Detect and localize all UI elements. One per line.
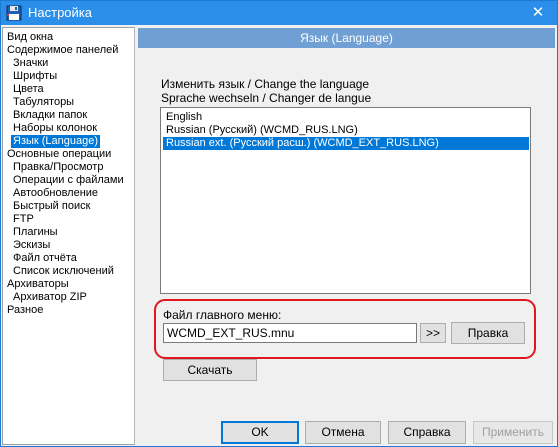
close-icon[interactable]: ✕ xyxy=(527,2,549,24)
tree-item[interactable]: Разное xyxy=(5,304,45,317)
tree-item[interactable]: Наборы колонок xyxy=(11,122,99,135)
cancel-button[interactable]: Отмена xyxy=(305,421,381,444)
change-language-label-2: Sprache wechseln / Changer de langue xyxy=(161,91,372,105)
tree-item[interactable]: Табуляторы xyxy=(11,96,76,109)
tree-item[interactable]: Эскизы xyxy=(11,239,52,252)
tree-item[interactable]: Основные операции xyxy=(5,148,113,161)
download-button[interactable]: Скачать xyxy=(163,359,257,381)
edit-menu-button[interactable]: Правка xyxy=(451,322,525,344)
language-listbox[interactable]: English Russian (Русский) (WCMD_RUS.LNG) R… xyxy=(160,107,531,294)
tree-item[interactable]: Операции с файлами xyxy=(11,174,126,187)
tree-item[interactable]: Автообновление xyxy=(11,187,100,200)
language-list-item[interactable]: English xyxy=(163,111,529,124)
help-button[interactable]: Справка xyxy=(388,421,466,444)
tree-item[interactable]: Правка/Просмотр xyxy=(11,161,105,174)
window-title: Настройка xyxy=(28,5,92,20)
tree-item[interactable]: Шрифты xyxy=(11,70,59,83)
ok-button[interactable]: OK xyxy=(221,421,299,444)
floppy-disk-icon xyxy=(6,5,22,21)
tree-item[interactable]: Архиваторы xyxy=(5,278,71,291)
tree-item[interactable]: Список исключений xyxy=(11,265,116,278)
language-list-item[interactable]: Russian ext. (Русский расш.) (WCMD_EXT_R… xyxy=(163,137,529,150)
tree-item[interactable]: Содержимое панелей xyxy=(5,44,120,57)
tree-item[interactable]: Вид окна xyxy=(5,31,55,44)
settings-window: Настройка ✕ Вид окна Содержимое панелей Зн… xyxy=(0,0,558,447)
language-list-item[interactable]: Russian (Русский) (WCMD_RUS.LNG) xyxy=(163,124,529,137)
menu-file-label: Файл главного меню: xyxy=(163,308,282,322)
tree-item[interactable]: Файл отчёта xyxy=(11,252,79,265)
tree-item[interactable]: Быстрый поиск xyxy=(11,200,92,213)
tree-item[interactable]: Плагины xyxy=(11,226,60,239)
tree-item[interactable]: Архиватор ZIP xyxy=(11,291,89,304)
apply-button[interactable]: Применить xyxy=(473,421,553,444)
settings-tree[interactable]: Вид окна Содержимое панелей Значки Шрифты Цв… xyxy=(2,27,135,445)
tree-item[interactable]: Цвета xyxy=(11,83,46,96)
tree-item[interactable]: Вкладки папок xyxy=(11,109,89,122)
title-bar[interactable]: Настройка ✕ xyxy=(1,1,557,25)
browse-button[interactable]: >> xyxy=(420,323,446,343)
page-header: Язык (Language) xyxy=(138,28,555,48)
tree-item[interactable]: Значки xyxy=(11,57,50,70)
tree-item[interactable]: FTP xyxy=(11,213,36,226)
tree-item[interactable]: Язык (Language) xyxy=(11,135,101,148)
change-language-label-1: Изменить язык / Change the language xyxy=(161,77,370,91)
menu-file-input[interactable] xyxy=(163,323,417,343)
